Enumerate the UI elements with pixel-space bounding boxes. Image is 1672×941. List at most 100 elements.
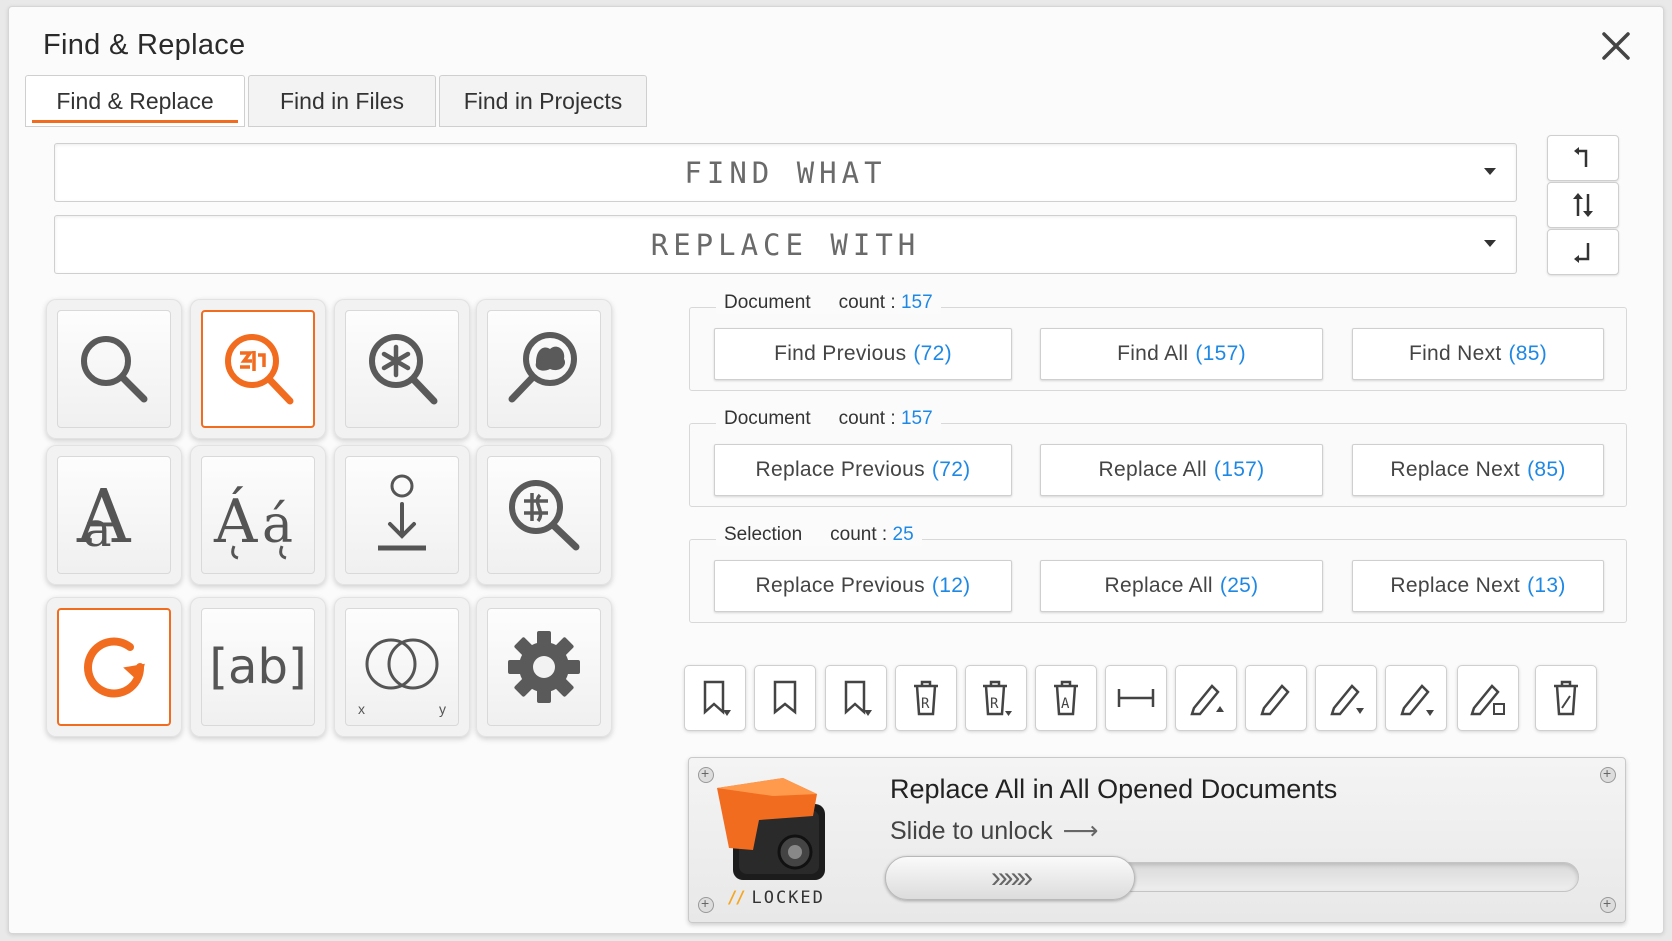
count-info: count : 157 — [839, 408, 933, 430]
find-previous-button[interactable]: Find Previous (72) — [714, 328, 1012, 380]
grid-cell: Áá — [190, 445, 326, 585]
intersection-icon[interactable]: x y — [345, 608, 459, 726]
grid-cell — [476, 597, 612, 737]
svg-text:a: a — [83, 502, 112, 558]
count-label: count : — [830, 524, 888, 545]
button-label: Find Next — [1408, 342, 1502, 365]
replace-previous-button[interactable]: Replace Previous (72) — [714, 444, 1012, 496]
grid-cell: Aa — [46, 445, 182, 585]
range-icon[interactable] — [1105, 665, 1167, 731]
dialog-title: Find & Replace — [43, 29, 246, 61]
svg-text:A: A — [1061, 696, 1070, 712]
wildcard-search-icon[interactable] — [345, 310, 459, 428]
highlight-menu-icon[interactable] — [1315, 665, 1377, 731]
lock-subtitle: Slide to unlock ⟶ — [890, 816, 1098, 846]
button-count: (13) — [1527, 574, 1566, 597]
status-text: LOCKED — [751, 888, 825, 908]
bookmark-delete-icon[interactable]: R — [895, 665, 957, 731]
replace-document-group: Document count : 157 Replace Previous (72… — [689, 408, 1627, 507]
button-label: Find All — [1117, 342, 1189, 365]
replace-field[interactable] — [54, 215, 1517, 274]
grid-cell — [476, 445, 612, 585]
highlight-clear-icon[interactable] — [1457, 665, 1519, 731]
swap-down-icon[interactable] — [1547, 229, 1619, 275]
grid-cell — [46, 299, 182, 439]
bookmark-delete-menu-icon[interactable]: R — [965, 665, 1027, 731]
svg-text:Á: Á — [213, 486, 258, 557]
replace-input[interactable] — [55, 216, 1516, 273]
slider-thumb[interactable]: »»» — [885, 856, 1135, 900]
button-count: (157) — [1195, 342, 1246, 365]
count-info: count : 25 — [830, 524, 913, 546]
safety-switch-icon — [713, 774, 833, 889]
button-label: Replace All — [1104, 574, 1213, 597]
tab-find-in-files[interactable]: Find in Files — [248, 75, 436, 127]
screw-icon — [1600, 765, 1616, 783]
find-next-button[interactable]: Find Next (85) — [1352, 328, 1604, 380]
svg-text:á: á — [262, 495, 293, 555]
count-label: count : — [838, 292, 896, 313]
find-input[interactable] — [55, 144, 1516, 201]
tab-find-in-projects[interactable]: Find in Projects — [439, 75, 647, 127]
screw-icon — [698, 765, 714, 783]
swap-icon[interactable] — [1547, 182, 1619, 228]
grid-cell — [190, 299, 326, 439]
replace-next-button[interactable]: Replace Next (85) — [1352, 444, 1604, 496]
delete-all-icon[interactable]: A — [1035, 665, 1097, 731]
bookmark-icon[interactable] — [754, 665, 816, 731]
highlight-menu-alt-icon[interactable] — [1385, 665, 1447, 731]
button-count: (72) — [913, 342, 952, 365]
bookmark-add-icon[interactable] — [684, 665, 746, 731]
swap-up-icon[interactable] — [1547, 135, 1619, 181]
find-group: Document count : 157 Find Previous (72) F… — [689, 292, 1627, 391]
grid-cell: [ab] — [190, 597, 326, 737]
regex-search-icon[interactable] — [201, 310, 315, 428]
bookmark-menu-icon[interactable] — [825, 665, 887, 731]
replace-previous-selection-button[interactable]: Replace Previous (12) — [714, 560, 1012, 612]
group-legend: Document count : 157 — [716, 292, 941, 314]
count-value: 157 — [900, 408, 933, 429]
find-all-button[interactable]: Find All (157) — [1040, 328, 1323, 380]
button-label: Replace Next — [1390, 458, 1521, 481]
tab-find-replace[interactable]: Find & Replace — [25, 75, 245, 127]
venn-y-label: y — [439, 701, 446, 717]
replace-next-selection-button[interactable]: Replace Next (13) — [1352, 560, 1604, 612]
svg-text:R: R — [921, 696, 930, 712]
highlight-icon[interactable] — [1245, 665, 1307, 731]
find-replace-dialog: Find & Replace Find & Replace Find in Fi… — [8, 6, 1664, 934]
chevrons-right-icon: »»» — [990, 861, 1033, 894]
special-chars-search-icon[interactable] — [487, 456, 601, 574]
diacritics-icon[interactable]: Áá — [201, 456, 315, 574]
button-count: (72) — [931, 458, 971, 481]
group-legend: Document count : 157 — [716, 408, 941, 430]
chevron-down-icon[interactable] — [1484, 240, 1496, 247]
replace-all-selection-button[interactable]: Replace All (25) — [1040, 560, 1323, 612]
download-icon[interactable] — [345, 456, 459, 574]
button-count: (85) — [1508, 342, 1548, 365]
settings-icon[interactable] — [487, 608, 601, 726]
scope-label: Selection — [724, 524, 803, 545]
wrap-around-icon[interactable] — [57, 608, 171, 726]
tab-label: Find in Files — [280, 87, 404, 114]
replace-selection-group: Selection count : 25 Replace Previous (12… — [689, 524, 1627, 623]
chevron-down-icon[interactable] — [1484, 168, 1496, 175]
grid-cell — [46, 597, 182, 737]
button-count: (25) — [1219, 574, 1259, 597]
count-label: count : — [838, 408, 896, 429]
find-field[interactable] — [54, 143, 1517, 202]
replace-all-button[interactable]: Replace All (157) — [1040, 444, 1323, 496]
button-label: Replace Next — [1390, 574, 1521, 597]
button-count: (157) — [1213, 458, 1265, 481]
match-case-icon[interactable]: Aa — [57, 456, 171, 574]
button-label: Replace All — [1098, 458, 1207, 481]
screw-icon — [698, 895, 714, 913]
search-icon[interactable] — [57, 310, 171, 428]
group-legend: Selection count : 25 — [716, 524, 922, 546]
highlight-add-icon[interactable] — [1175, 665, 1237, 731]
fuzzy-search-icon[interactable] — [487, 310, 601, 428]
whole-word-icon[interactable]: [ab] — [201, 608, 315, 726]
close-icon[interactable] — [1599, 29, 1633, 63]
tab-bar: Find & Replace Find in Files Find in Pro… — [25, 75, 650, 129]
button-label: Find Previous — [774, 342, 907, 365]
trash-icon[interactable] — [1535, 665, 1597, 731]
